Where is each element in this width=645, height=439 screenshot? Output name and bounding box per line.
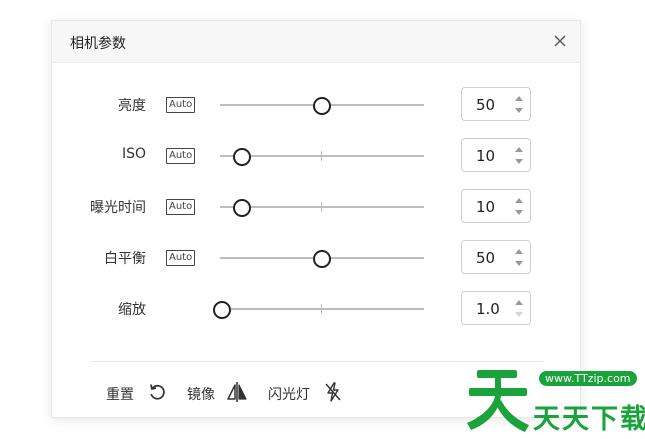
auto-toggle[interactable]: Auto [166,199,196,215]
param-slider[interactable] [220,146,424,166]
stepper-arrows [514,247,524,269]
param-label: 缩放 [118,302,146,318]
increment-arrow-icon[interactable] [515,300,523,305]
slider-center-tick [321,304,322,314]
reset-label: 重置 [106,387,134,403]
param-stepper[interactable]: 50 [461,240,531,274]
decrement-arrow-icon[interactable] [515,210,523,215]
param-slider[interactable] [220,197,424,217]
param-stepper[interactable]: 1.0 [461,291,531,325]
reset-icon [146,381,168,403]
watermark-url: www.TTzip.com [539,371,637,386]
param-label: 白平衡 [104,251,146,267]
slider-thumb[interactable] [313,250,331,268]
auto-toggle[interactable]: Auto [166,148,196,164]
param-row-white-balance: 白平衡 Auto 50 [52,240,582,276]
increment-arrow-icon[interactable] [515,96,523,101]
decrement-arrow-icon[interactable] [515,108,523,113]
flash-off-icon [322,381,344,403]
slider-thumb[interactable] [213,301,231,319]
increment-arrow-icon[interactable] [515,249,523,254]
param-label: 亮度 [118,98,146,114]
auto-toggle[interactable]: Auto [166,97,196,113]
param-row-brightness: 亮度 Auto 50 [52,87,582,123]
stepper-value[interactable]: 10 [476,147,495,165]
param-label: ISO [121,146,146,162]
increment-arrow-icon[interactable] [515,198,523,203]
decrement-arrow-icon[interactable] [515,261,523,266]
dialog-title: 相机参数 [70,36,126,52]
watermark: www.TTzip.com 天天下载 [463,360,645,436]
stepper-value[interactable]: 10 [476,198,495,216]
auto-toggle[interactable]: Auto [166,250,196,266]
mirror-button[interactable]: 镜像 [187,381,249,403]
dialog-titlebar: 相机参数 [52,21,580,63]
stepper-arrows [514,94,524,116]
slider-thumb[interactable] [233,148,251,166]
decrement-arrow-icon[interactable] [515,159,523,164]
param-stepper[interactable]: 10 [461,138,531,172]
flash-button[interactable]: 闪光灯 [268,381,348,403]
stepper-arrows [514,298,524,320]
stepper-arrows [514,196,524,218]
camera-params-dialog: 相机参数 亮度 Auto 50 ISO Auto 10 曝光时间 Auto 10 白平衡 Auto 5… [51,20,581,418]
param-row-zoom: 缩放 1.0 [52,291,582,327]
mirror-icon [226,381,248,403]
watermark-logo-icon [467,370,529,432]
slider-thumb[interactable] [313,97,331,115]
stepper-arrows [514,145,524,167]
param-row-exposure: 曝光时间 Auto 10 [52,189,582,225]
slider-track [220,308,424,310]
slider-center-tick [321,202,322,212]
stepper-value[interactable]: 50 [476,249,495,267]
param-slider[interactable] [220,248,424,268]
watermark-text: 天天下载 [533,404,645,435]
slider-thumb[interactable] [233,199,251,217]
mirror-label: 镜像 [187,387,215,403]
close-icon[interactable] [550,31,570,51]
flash-label: 闪光灯 [268,387,310,403]
param-stepper[interactable]: 50 [461,87,531,121]
param-row-iso: ISO Auto 10 [52,138,582,174]
decrement-arrow-icon[interactable] [515,312,523,317]
reset-button[interactable]: 重置 [106,381,168,403]
param-slider[interactable] [220,95,424,115]
param-stepper[interactable]: 10 [461,189,531,223]
increment-arrow-icon[interactable] [515,147,523,152]
stepper-value[interactable]: 50 [476,96,495,114]
slider-center-tick [321,151,322,161]
param-label: 曝光时间 [90,200,146,216]
stepper-value[interactable]: 1.0 [476,300,500,318]
param-slider[interactable] [213,299,424,319]
